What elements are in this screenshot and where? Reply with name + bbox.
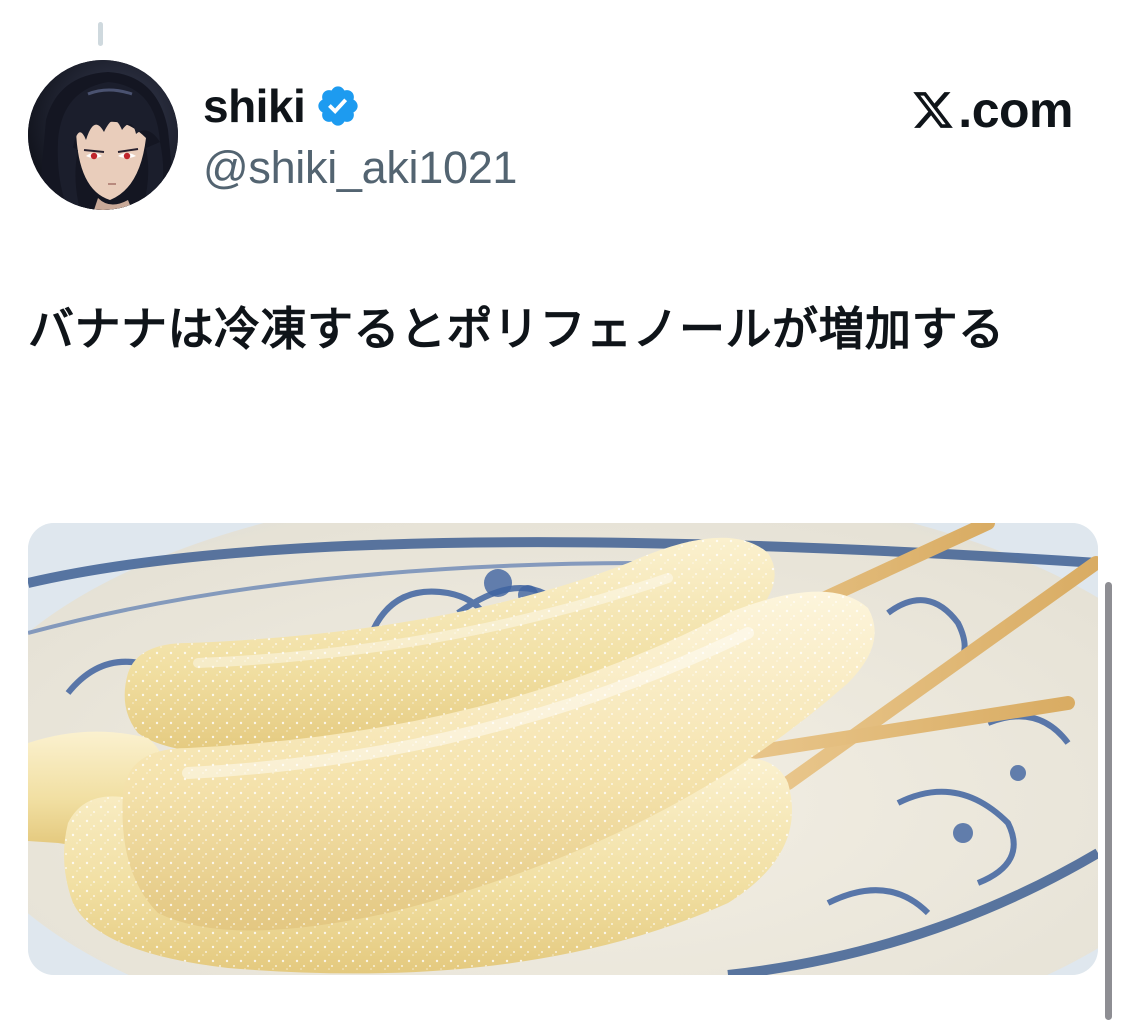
page-scrollbar[interactable] (1105, 582, 1112, 1020)
author-handle[interactable]: @shiki_aki1021 (203, 140, 517, 196)
frozen-banana-photo (28, 523, 1098, 975)
x-logo-icon (913, 92, 954, 128)
avatar-image (28, 60, 178, 210)
author-display-name[interactable]: shiki (203, 78, 306, 134)
thread-connector-line (98, 22, 103, 46)
verified-badge-icon[interactable] (315, 83, 361, 129)
x-com-brand[interactable]: .com (911, 80, 1073, 140)
author-name-row[interactable]: shiki (203, 78, 361, 134)
brand-domain-text: .com (958, 82, 1073, 138)
tweet-text: バナナは冷凍するとポリフェノールが増加する (28, 303, 1005, 355)
avatar[interactable] (28, 60, 178, 210)
tweet-media-image[interactable] (28, 523, 1098, 975)
